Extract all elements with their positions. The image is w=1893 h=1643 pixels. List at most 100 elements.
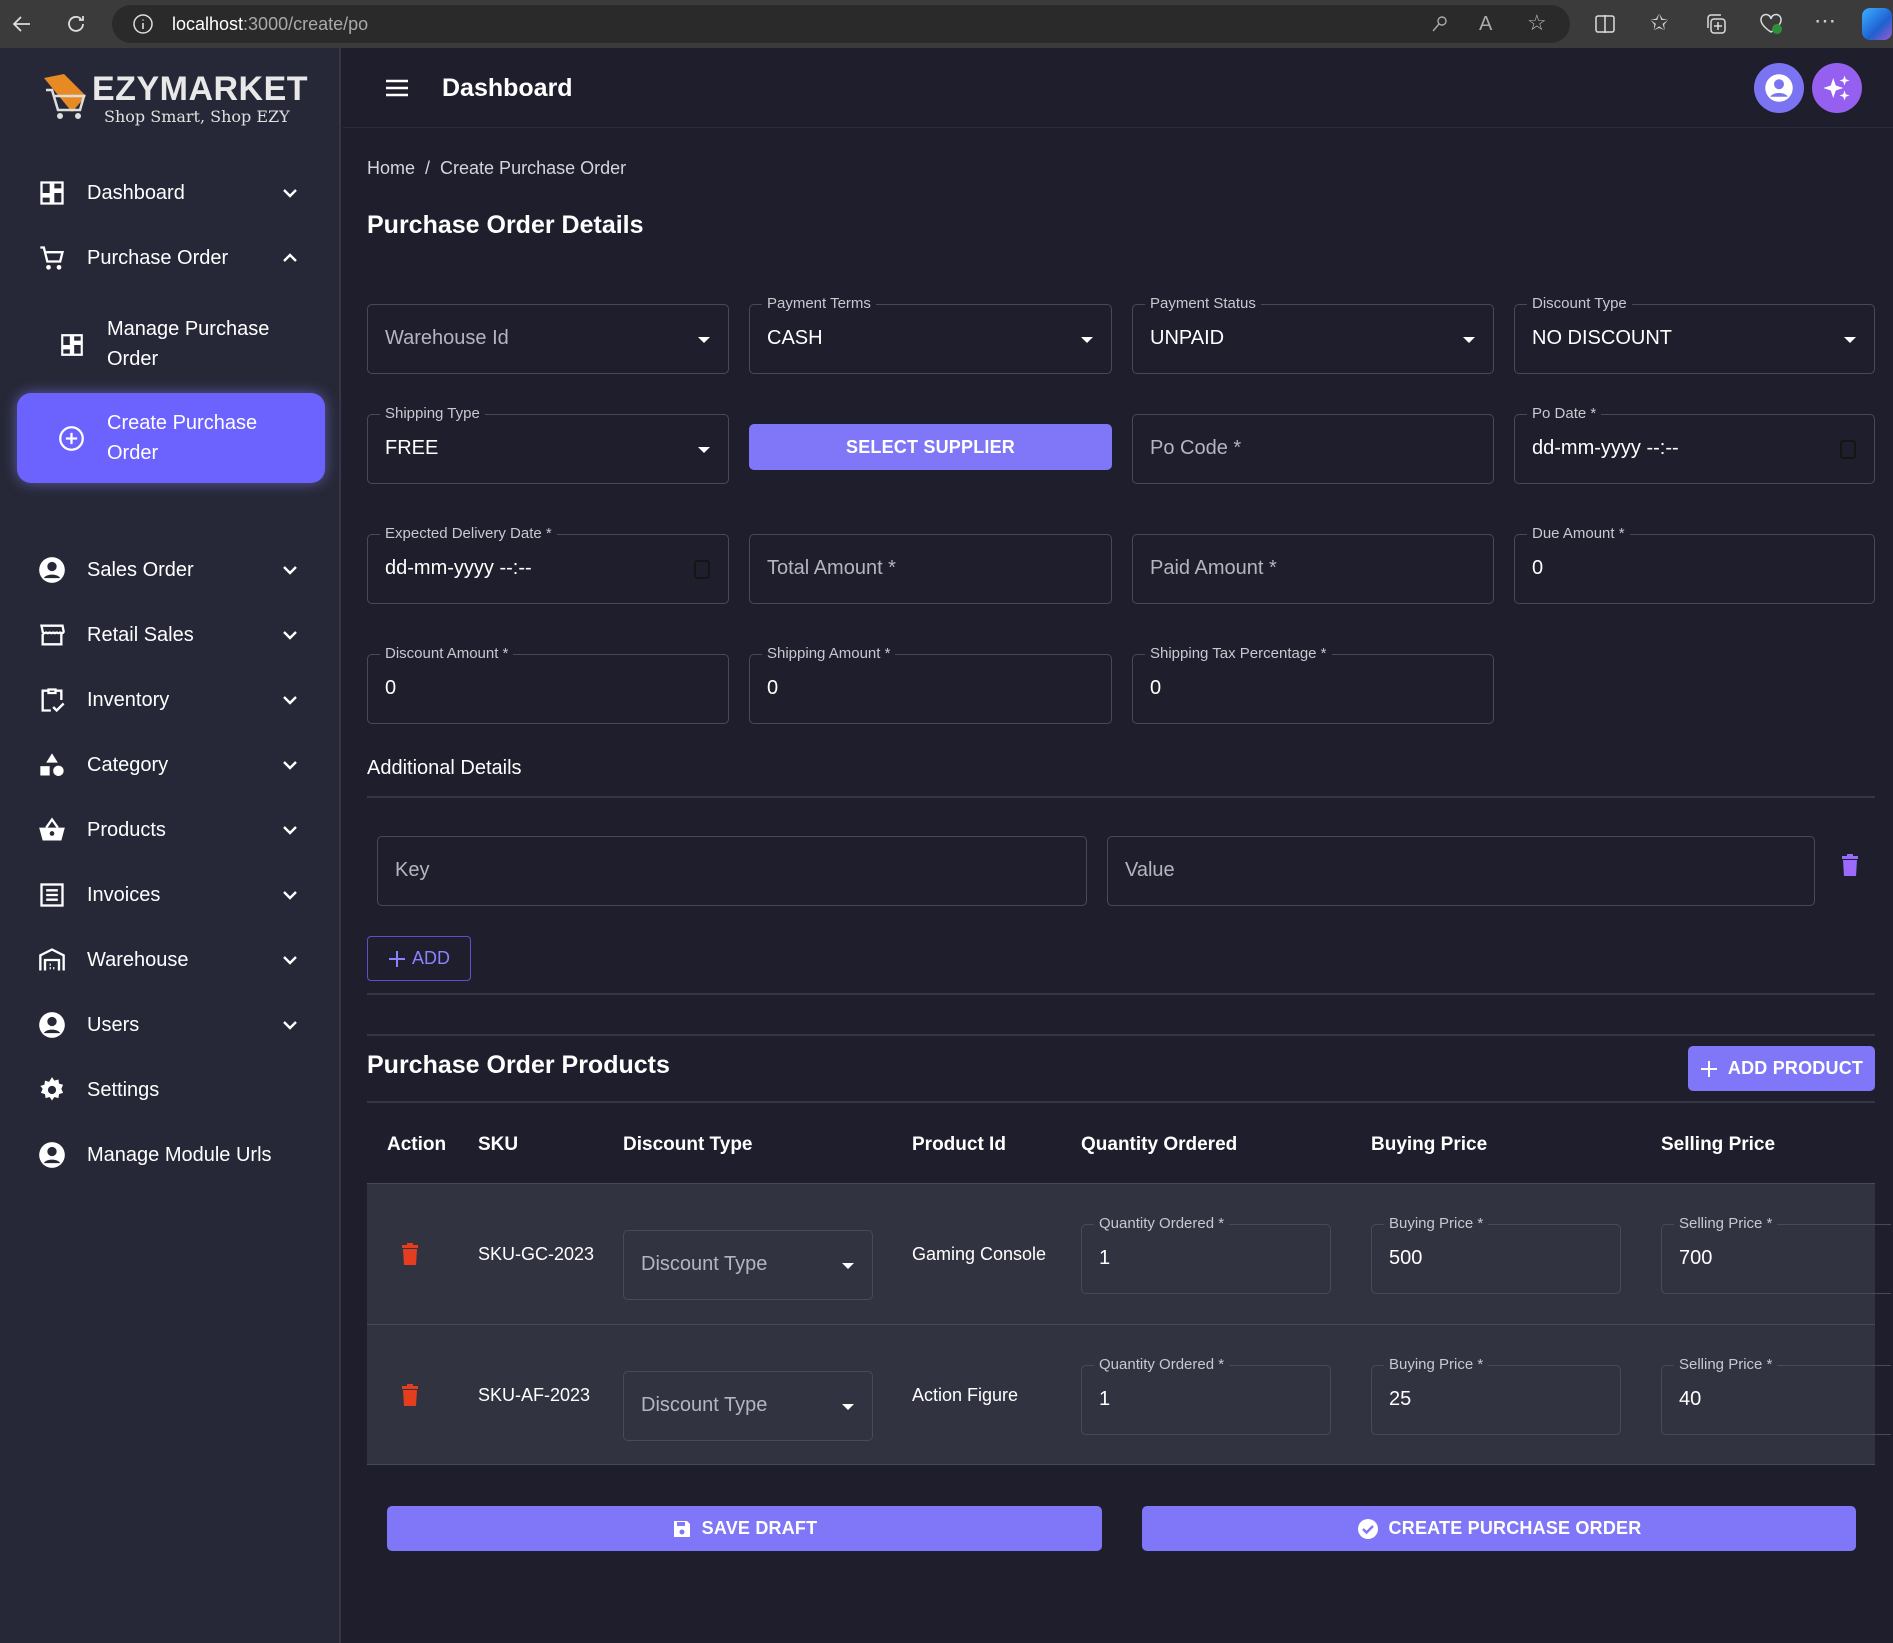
sidebar-item-retail-sales[interactable]: Retail Sales — [0, 607, 341, 663]
shipping-amount-value: 0 — [767, 677, 779, 699]
sidebar-item-invoices[interactable]: Invoices — [0, 867, 341, 923]
sidebar-item-users[interactable]: Users — [0, 997, 341, 1053]
add-product-button[interactable]: ADD PRODUCT — [1688, 1046, 1875, 1091]
copilot-icon[interactable] — [1862, 8, 1892, 40]
column-header-buying-price: Buying Price — [1371, 1134, 1488, 1155]
create-purchase-order-button[interactable]: CREATE PURCHASE ORDER — [1142, 1506, 1856, 1551]
buying-price-label: Buying Price * — [1384, 1215, 1489, 1233]
read-aloud-icon[interactable]: A — [1479, 13, 1492, 35]
reload-icon[interactable] — [64, 12, 88, 36]
payment-status-select[interactable]: Payment Status UNPAID — [1132, 295, 1494, 374]
total-amount-input[interactable]: Total Amount * — [749, 534, 1112, 604]
buying-price-input[interactable]: Buying Price * 25 — [1371, 1356, 1621, 1435]
select-supplier-button[interactable]: SELECT SUPPLIER — [749, 424, 1112, 470]
column-header-action: Action — [387, 1134, 447, 1155]
back-arrow-icon[interactable] — [10, 12, 34, 36]
add-product-label: ADD PRODUCT — [1727, 1058, 1864, 1078]
shipping-type-select[interactable]: Shipping Type FREE — [367, 405, 729, 484]
sidebar-item-label: Purchase Order — [87, 246, 229, 269]
sidebar-item-purchase-order[interactable]: Purchase Order — [0, 230, 341, 286]
quantity-ordered-input[interactable]: Quantity Ordered * 1 — [1081, 1356, 1331, 1435]
sidebar-item-settings[interactable]: Settings — [0, 1062, 341, 1118]
menu-hamburger-icon[interactable] — [384, 77, 410, 99]
shipping-tax-percentage-value: 0 — [1150, 677, 1162, 699]
additional-details-heading: Additional Details — [367, 757, 522, 779]
due-amount-input[interactable]: Due Amount * 0 — [1514, 525, 1875, 604]
quantity-ordered-input[interactable]: Quantity Ordered * 1 — [1081, 1215, 1331, 1294]
ai-assistant-button[interactable] — [1812, 63, 1862, 113]
total-amount-placeholder: Total Amount * — [767, 557, 896, 579]
row-discount-type-select[interactable]: Discount Type — [623, 1371, 873, 1441]
add-key-value-button[interactable]: ADD — [367, 936, 471, 981]
app-header — [343, 48, 1893, 128]
shipping-tax-percentage-input[interactable]: Shipping Tax Percentage * 0 — [1132, 645, 1494, 724]
favorite-star-icon[interactable]: ☆ — [1527, 12, 1547, 34]
address-bar[interactable]: localhost:3000/create/po A ☆ — [112, 5, 1570, 43]
warehouse-id-select[interactable]: Warehouse Id — [367, 304, 729, 374]
value-input[interactable]: Value — [1107, 836, 1815, 906]
payment-terms-select[interactable]: Payment Terms CASH — [749, 295, 1112, 374]
delete-trash-icon[interactable] — [401, 1383, 419, 1407]
sidebar-item-label: Invoices — [87, 883, 161, 906]
quantity-ordered-label: Quantity Ordered * — [1094, 1215, 1230, 1233]
paid-amount-input[interactable]: Paid Amount * — [1132, 534, 1494, 604]
calendar-icon[interactable] — [1840, 440, 1856, 459]
account-circle-icon — [39, 557, 65, 583]
payment-status-label: Payment Status — [1145, 295, 1261, 313]
calendar-icon[interactable] — [694, 560, 710, 579]
storefront-icon — [40, 624, 65, 646]
sidebar-item-products[interactable]: Products — [0, 802, 341, 858]
browser-health-icon[interactable] — [1758, 12, 1784, 36]
sidebar-item-dashboard[interactable]: Dashboard — [0, 165, 341, 221]
column-header-discount-type: Discount Type — [623, 1134, 753, 1155]
sidebar-item-warehouse[interactable]: Warehouse — [0, 932, 341, 988]
ezymarket-logo-icon — [44, 74, 86, 119]
more-options-icon[interactable]: ⋯ — [1814, 10, 1836, 32]
clipboard-check-icon — [41, 688, 65, 713]
category-shapes-icon — [40, 753, 64, 777]
buying-price-input[interactable]: Buying Price * 500 — [1371, 1215, 1621, 1294]
account-circle-icon — [39, 1012, 65, 1038]
sparkles-icon — [1823, 75, 1850, 101]
discount-amount-value: 0 — [385, 677, 397, 699]
save-draft-button[interactable]: SAVE DRAFT — [387, 1506, 1102, 1551]
po-code-input[interactable]: Po Code * — [1132, 414, 1494, 484]
expected-delivery-date-input[interactable]: Expected Delivery Date * dd-mm-yyyy --:-… — [367, 525, 729, 604]
sidebar-item-manage-module-urls[interactable]: Manage Module Urls — [0, 1127, 341, 1183]
sidebar-subitem-manage-purchase-order[interactable]: Manage Purchase Order — [0, 310, 341, 376]
password-key-icon[interactable] — [1430, 14, 1450, 34]
sidebar-item-category[interactable]: Category — [0, 737, 341, 793]
paid-amount-placeholder: Paid Amount * — [1150, 557, 1277, 579]
quantity-ordered-value: 1 — [1099, 1388, 1111, 1410]
buying-price-label: Buying Price * — [1384, 1356, 1489, 1374]
sidebar-item-sales-order[interactable]: Sales Order — [0, 542, 341, 598]
selling-price-input[interactable]: Selling Price * 40 — [1661, 1356, 1891, 1435]
sidebar-item-label: Inventory — [87, 688, 170, 711]
shipping-amount-input[interactable]: Shipping Amount * 0 — [749, 645, 1112, 724]
discount-amount-input[interactable]: Discount Amount * 0 — [367, 645, 729, 724]
sidebar-item-label: Users — [87, 1013, 140, 1036]
payment-terms-label: Payment Terms — [762, 295, 876, 313]
breadcrumb-home[interactable]: Home — [367, 158, 415, 178]
profile-button[interactable] — [1754, 63, 1804, 113]
po-date-input[interactable]: Po Date * dd-mm-yyyy --:-- — [1514, 405, 1875, 484]
table-row: SKU-AF-2023 Discount Type Action Figure … — [367, 1324, 1891, 1465]
sidebar-item-label: Sales Order — [87, 558, 194, 581]
favorites-list-icon[interactable]: ✩ — [1650, 12, 1668, 34]
split-screen-icon[interactable] — [1594, 13, 1616, 35]
gear-icon — [40, 1077, 64, 1101]
site-info-icon[interactable] — [132, 13, 154, 35]
key-input[interactable]: Key — [377, 836, 1087, 906]
delete-trash-icon[interactable] — [401, 1242, 419, 1266]
sidebar-subitem-create-purchase-order[interactable]: Create Purchase Order — [17, 393, 325, 483]
discount-type-select[interactable]: Discount Type NO DISCOUNT — [1514, 295, 1875, 374]
chevron-down-icon — [283, 189, 297, 198]
row-discount-type-select[interactable]: Discount Type — [623, 1230, 873, 1300]
selling-price-input[interactable]: Selling Price * 700 — [1661, 1215, 1891, 1294]
delete-trash-icon[interactable] — [1840, 853, 1860, 877]
collections-icon[interactable] — [1704, 12, 1728, 36]
breadcrumb-separator: / — [425, 158, 431, 178]
receipt-icon — [40, 883, 64, 907]
sku-cell: SKU-GC-2023 — [478, 1244, 595, 1264]
sidebar-item-inventory[interactable]: Inventory — [0, 672, 341, 728]
